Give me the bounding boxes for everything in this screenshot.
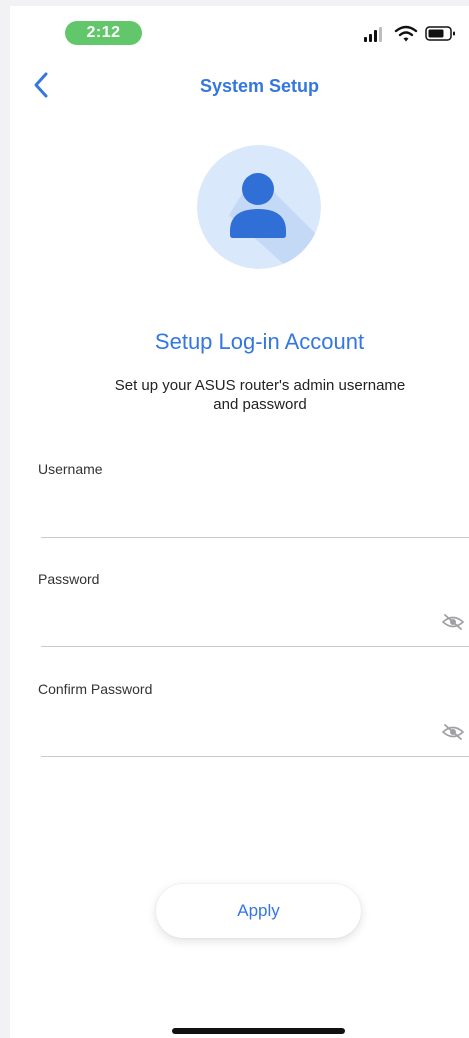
left-edge: [0, 0, 10, 1038]
eye-off-icon[interactable]: [442, 614, 464, 630]
username-input[interactable]: [41, 497, 469, 533]
top-edge: [0, 0, 469, 6]
description-line-2: and password: [213, 396, 307, 413]
avatar: [197, 145, 321, 269]
eye-off-icon[interactable]: [442, 724, 464, 740]
screen: 2:12 System Setup Setup Log-in Account S…: [0, 0, 469, 1038]
battery-icon: [425, 26, 455, 41]
password-label: Password: [38, 571, 100, 587]
password-input[interactable]: [41, 606, 436, 642]
apply-button[interactable]: Apply: [156, 884, 361, 938]
description-line-1: Set up your ASUS router's admin username: [114, 377, 406, 394]
password-underline: [41, 646, 469, 647]
confirm-password-label: Confirm Password: [38, 681, 153, 697]
status-icons: [364, 25, 455, 42]
page-title: System Setup: [199, 76, 320, 96]
username-underline: [41, 537, 469, 538]
confirm-password-underline: [41, 756, 469, 757]
section-description: Set up your ASUS router's admin username…: [70, 376, 450, 414]
wifi-icon: [394, 25, 418, 42]
home-indicator: [172, 1028, 345, 1034]
status-time: 2:12: [65, 21, 142, 45]
signal-icon: [364, 27, 382, 42]
confirm-password-input[interactable]: [41, 716, 436, 752]
username-label: Username: [38, 461, 103, 477]
section-heading: Setup Log-in Account: [154, 329, 365, 354]
